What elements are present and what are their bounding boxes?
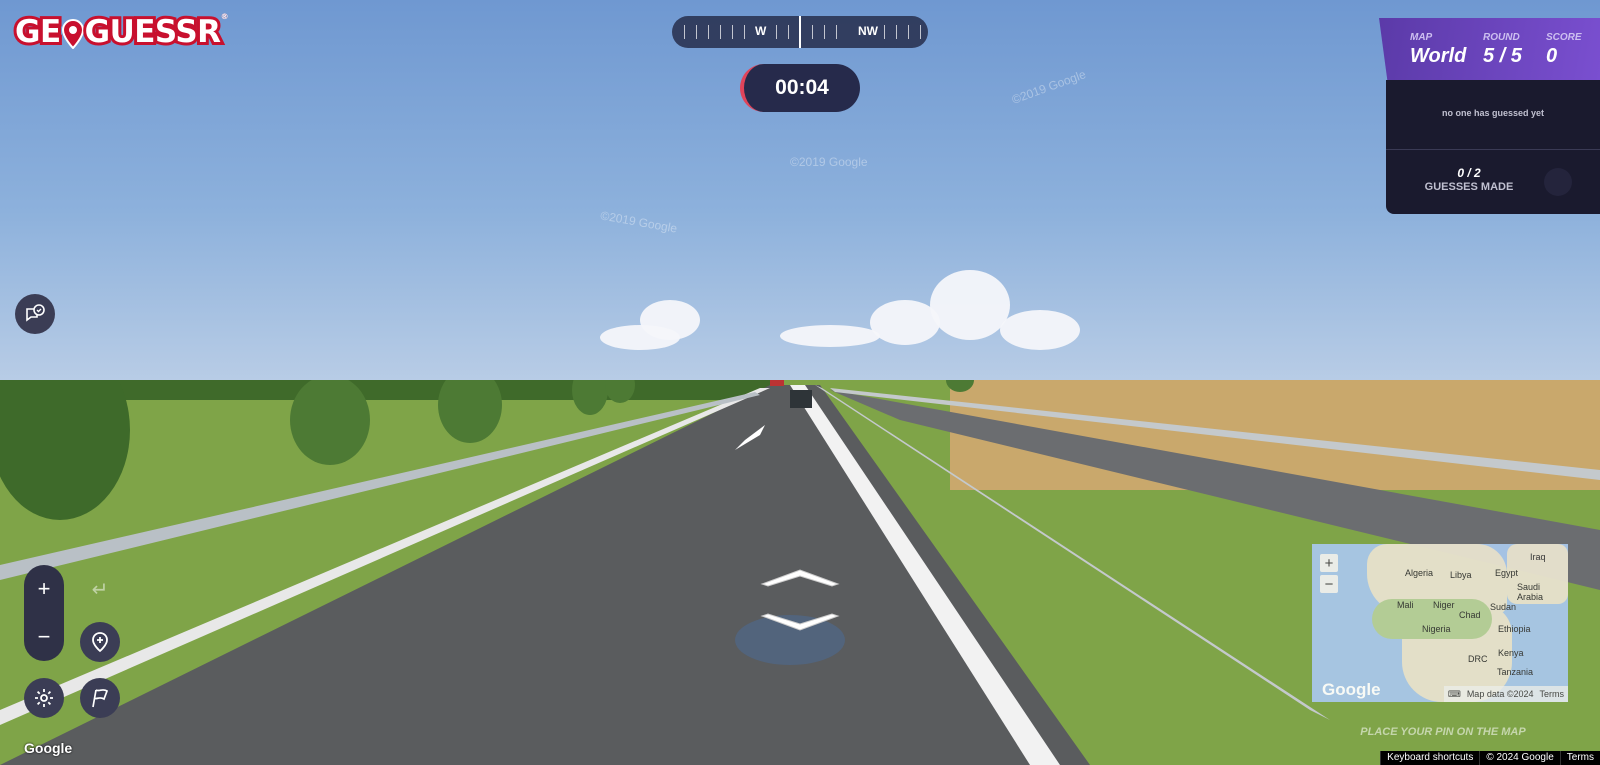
map-label-ethiopia: Ethiopia (1498, 624, 1531, 634)
compass-tick (776, 25, 777, 39)
chat-icon (26, 304, 45, 322)
compass-tick (732, 25, 733, 39)
plus-icon: + (37, 576, 51, 601)
minus-icon: − (37, 624, 51, 649)
map-label-kenya: Kenya (1498, 648, 1524, 658)
cloud (600, 325, 680, 350)
copyright-text: © 2024 Google (1479, 751, 1559, 765)
chat-button[interactable] (15, 294, 55, 334)
map-label-drc: DRC (1468, 654, 1488, 664)
cloud (930, 270, 1010, 340)
compass-tick (788, 25, 789, 39)
panel-divider (1386, 149, 1600, 150)
compass-tick (836, 25, 837, 39)
score-label: SCORE (1546, 32, 1582, 43)
compass-center (799, 16, 801, 48)
google-logo: Google (24, 740, 73, 756)
minimap-zoom-in[interactable]: + (1320, 554, 1338, 572)
sky: ©2019 Google ©2019 Google ©2019 Google (0, 0, 1600, 385)
map-label-chad: Chad (1459, 610, 1481, 620)
minimap-google-logo: Google (1322, 680, 1381, 699)
terms-link[interactable]: Terms (1559, 751, 1600, 765)
round-value: 5 / 5 (1483, 45, 1522, 67)
round-timer: 00:04 (740, 64, 860, 112)
watermark: ©2019 Google (790, 155, 868, 169)
compass-tick (896, 25, 897, 39)
undo-button[interactable]: ↵ (84, 573, 116, 605)
round-label: ROUND (1483, 32, 1520, 43)
status-round: ROUND 5 / 5 (1483, 32, 1522, 68)
minimap-terms-link[interactable]: Terms (1540, 689, 1565, 699)
map-label-algeria: Algeria (1405, 568, 1434, 578)
guess-indicator (1544, 168, 1572, 196)
keyboard-shortcuts-link[interactable]: Keyboard shortcuts (1380, 751, 1479, 765)
undo-icon: ↵ (91, 578, 109, 601)
minimap-zoom-out[interactable]: − (1320, 575, 1338, 593)
move-forward-arrow[interactable] (760, 568, 840, 588)
guess-minimap[interactable]: + − Algeria Libya Egypt Iraq Saudi Arabi… (1312, 544, 1568, 702)
streetview-footer: Keyboard shortcuts © 2024 Google Terms (1380, 751, 1600, 765)
place-pin-hint: PLACE YOUR PIN ON THE MAP (1360, 726, 1526, 738)
gear-icon (35, 689, 53, 707)
flag-icon (92, 689, 109, 708)
compass-tick (824, 25, 825, 39)
watermark: ©2019 Google (1009, 67, 1088, 107)
keyboard-icon[interactable]: ⌨ (1448, 689, 1461, 700)
compass-tick (696, 25, 697, 39)
map-label-tanzania: Tanzania (1497, 667, 1534, 677)
minimap-footer: ⌨ Map data ©2024 Terms (1443, 686, 1568, 702)
compass-direction-nw: NW (858, 24, 878, 38)
compass-direction-w: W (755, 24, 767, 38)
compass-tick (884, 25, 885, 39)
registered-mark: ® (220, 11, 229, 21)
map-label-niger: Niger (1433, 600, 1455, 610)
compass-tick (708, 25, 709, 39)
map-label-mali: Mali (1397, 600, 1414, 610)
compass-tick (684, 25, 685, 39)
settings-button[interactable] (24, 678, 64, 718)
map-label-libya: Libya (1450, 570, 1472, 580)
map-value: World (1410, 45, 1467, 67)
logo-pin-icon (61, 18, 84, 49)
compass-tick (744, 25, 745, 39)
pin-icon (92, 632, 108, 653)
guess-count: 0 / 2 (1457, 166, 1481, 180)
guesses-panel: no one has guessed yet 0 / 2 GUESSES MAD… (1386, 80, 1600, 214)
report-location-button[interactable] (80, 678, 120, 718)
logo-text-left: GE (12, 11, 64, 53)
map-label: MAP (1410, 32, 1433, 43)
zoom-out-button[interactable]: − (24, 613, 64, 661)
geoguessr-logo[interactable]: GE GUESSR® (12, 11, 229, 53)
compass-tick (812, 25, 813, 39)
zoom-control: + − (24, 565, 64, 661)
map-data-attribution: Map data ©2024 (1466, 689, 1534, 699)
map-label-sudan: Sudan (1490, 602, 1517, 612)
status-score: SCORE 0 (1546, 32, 1582, 68)
no-guesses-text: no one has guessed yet (1441, 108, 1545, 118)
cloud (1000, 310, 1080, 350)
map-label-nigeria: Nigeria (1422, 624, 1451, 634)
compass: W NW (672, 16, 928, 48)
score-value: 0 (1546, 45, 1558, 67)
compass-tick (908, 25, 909, 39)
map-label-egypt: Egypt (1495, 568, 1519, 578)
compass-tick (720, 25, 721, 39)
cloud (780, 325, 880, 347)
return-to-start-button[interactable] (80, 622, 120, 662)
move-back-arrow[interactable] (760, 612, 840, 632)
logo-text-right: GUESSR (82, 11, 224, 53)
compass-tick (920, 25, 921, 39)
guesses-made-label: GUESSES MADE (1424, 181, 1514, 193)
map-label-saudi-arabia: Saudi Arabia (1517, 582, 1544, 602)
watermark: ©2019 Google (599, 208, 679, 236)
zoom-in-button[interactable]: + (24, 565, 64, 613)
status-map: MAP World (1410, 32, 1466, 68)
game-status-bar: MAP World ROUND 5 / 5 SCORE 0 (1379, 18, 1600, 84)
map-label-iraq: Iraq (1530, 552, 1546, 562)
